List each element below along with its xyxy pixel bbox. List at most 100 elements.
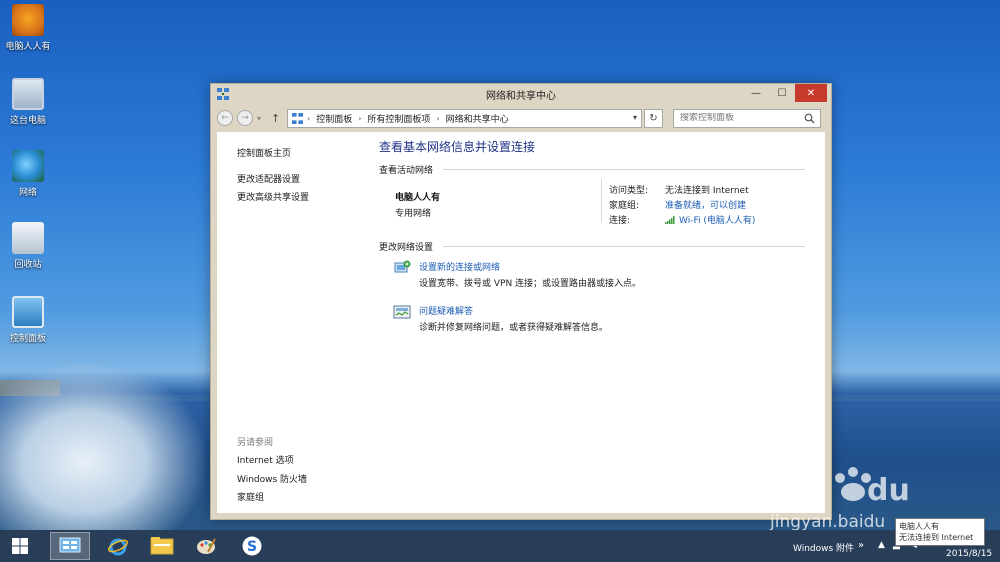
homegroup-label: 家庭组:	[609, 201, 640, 211]
connection-row: 连接: Wi-Fi (电脑人人有)	[609, 212, 755, 227]
arrow-up-icon: ↑	[271, 111, 281, 125]
network-info-divider	[601, 179, 602, 223]
taskbar-file-explorer[interactable]	[142, 532, 182, 560]
chevron-down-icon: ▾	[257, 113, 262, 123]
section-divider	[443, 169, 805, 170]
sidebar-link-advanced-sharing[interactable]: 更改高级共享设置	[237, 190, 309, 203]
active-networks-label: 查看活动网络	[379, 166, 434, 176]
window-title: 网络和共享中心	[486, 91, 556, 102]
search-icon[interactable]	[804, 113, 815, 124]
search-box	[673, 108, 821, 128]
tray-overflow-icon[interactable]: ▲	[878, 540, 885, 550]
breadcrumb-network-center[interactable]: 网络和共享中心	[446, 112, 509, 125]
section-divider	[443, 246, 805, 247]
network-name: 电脑人人有	[395, 193, 441, 203]
up-button[interactable]: ↑	[271, 112, 283, 125]
toolbar-chevron-icon[interactable]: »	[858, 540, 864, 551]
sidebar-link-firewall[interactable]: Windows 防火墙	[237, 472, 307, 485]
wave-splash-decoration	[0, 360, 210, 530]
sidebar: 控制面板主页 更改适配器设置 更改高级共享设置 另请参阅 Internet 选项…	[217, 132, 367, 513]
desktop-icon-recycle-bin[interactable]: 回收站	[2, 222, 54, 270]
access-type-row: 访问类型: 无法连接到 Internet	[609, 182, 755, 197]
back-button[interactable]: ←	[217, 110, 233, 126]
taskbar-sogou[interactable]: S	[232, 532, 272, 560]
minimize-button[interactable]: —	[743, 84, 769, 102]
network-sharing-center-window: 网络和共享中心 — ☐ ✕ ← → ▾ ↑ › 控制面板 › 所有控制面板项 ›…	[210, 83, 832, 520]
refresh-button[interactable]: ↻	[644, 108, 663, 128]
folder-icon	[150, 537, 174, 555]
desktop-icon-this-pc[interactable]: 这台电脑	[2, 78, 54, 126]
network-globe-icon	[12, 150, 44, 182]
desktop-icon-label: 电脑人人有	[5, 42, 51, 52]
svg-text:Bai: Bai	[755, 469, 816, 509]
network-info: 访问类型: 无法连接到 Internet 家庭组: 准备就绪，可以创建 连接: …	[609, 182, 755, 227]
desktop-icon-label: 网络	[18, 188, 37, 198]
arrow-right-icon: →	[241, 113, 249, 123]
network-tooltip: 电脑人人有 无法连接到 Internet	[895, 518, 985, 546]
taskbar-control-panel[interactable]	[50, 532, 90, 560]
access-type-value: 无法连接到 Internet	[665, 186, 749, 196]
chevron-right-icon: ›	[307, 113, 311, 123]
title-bar[interactable]: 网络和共享中心 — ☐ ✕	[211, 84, 831, 105]
taskbar: S Windows 附件 » ▲ ▂ ◀ 2015/8/15	[0, 530, 1000, 562]
computer-icon	[12, 78, 44, 110]
network-app-icon	[217, 88, 229, 100]
toolbar-windows-accessories[interactable]: Windows 附件	[793, 541, 854, 554]
chevron-right-icon: ›	[436, 113, 440, 123]
setup-new-connection-link[interactable]: 设置新的连接或网络	[419, 260, 500, 273]
arrow-left-icon: ←	[221, 113, 229, 123]
taskbar-date[interactable]: 2015/8/15	[946, 549, 992, 559]
sidebar-link-internet-options[interactable]: Internet 选项	[237, 453, 294, 466]
search-input[interactable]	[680, 113, 800, 123]
control-panel-icon	[59, 537, 81, 553]
tooltip-line-2: 无法连接到 Internet	[899, 533, 974, 542]
paint-palette-icon	[197, 538, 216, 554]
sidebar-link-adapter-settings[interactable]: 更改适配器设置	[237, 172, 300, 185]
sogou-s-icon: S	[242, 536, 262, 556]
desktop-icon-control-panel[interactable]: 控制面板	[2, 296, 54, 344]
task-description: 设置宽带、拨号或 VPN 连接；或设置路由器或接入点。	[419, 279, 642, 289]
svg-text:du: du	[867, 473, 910, 508]
maximize-button[interactable]: ☐	[769, 84, 795, 102]
main-panel: 查看基本网络信息并设置连接 查看活动网络 电脑人人有 专用网络 访问类型: 无法…	[379, 132, 805, 513]
tooltip-line-1: 电脑人人有	[899, 522, 939, 531]
taskbar-paint[interactable]	[186, 532, 226, 560]
sidebar-link-home[interactable]: 控制面板主页	[237, 146, 291, 159]
homegroup-row: 家庭组: 准备就绪，可以创建	[609, 197, 755, 212]
desktop-icon-label: 回收站	[14, 260, 42, 270]
window-controls: — ☐ ✕	[743, 84, 827, 102]
network-app-icon	[292, 112, 303, 124]
troubleshoot-icon	[393, 305, 411, 319]
internet-explorer-icon	[108, 538, 128, 556]
lion-logo-icon	[12, 4, 44, 36]
control-panel-icon	[12, 296, 44, 328]
watermark-url: jingyan.baidu	[770, 512, 886, 532]
close-button[interactable]: ✕	[795, 84, 827, 102]
windows-logo-icon	[12, 538, 28, 554]
sidebar-link-homegroup[interactable]: 家庭组	[237, 490, 264, 503]
connection-label: 连接:	[609, 216, 631, 226]
troubleshoot-link[interactable]: 问题疑难解答	[419, 304, 473, 317]
forward-button[interactable]: →	[237, 110, 253, 126]
desktop-icon-network[interactable]: 网络	[2, 150, 54, 198]
network-category[interactable]: 专用网络	[395, 206, 431, 219]
taskbar-internet-explorer[interactable]	[98, 532, 138, 560]
breadcrumb-control-panel[interactable]: 控制面板	[316, 112, 352, 125]
wifi-connection-link[interactable]: Wi-Fi (电脑人人有)	[679, 213, 755, 226]
homegroup-link[interactable]: 准备就绪，可以创建	[665, 198, 746, 211]
start-button[interactable]	[0, 532, 40, 560]
new-connection-icon	[394, 260, 411, 273]
wifi-signal-icon	[665, 215, 675, 224]
page-title: 查看基本网络信息并设置连接	[379, 140, 536, 154]
svg-text:S: S	[247, 539, 257, 555]
address-bar: ← → ▾ ↑ › 控制面板 › 所有控制面板项 › 网络和共享中心 ▾ ↻	[217, 107, 825, 129]
access-type-label: 访问类型:	[609, 186, 649, 196]
content-area: 控制面板主页 更改适配器设置 更改高级共享设置 另请参阅 Internet 选项…	[217, 132, 825, 513]
desktop-icon-label: 控制面板	[9, 334, 46, 344]
breadcrumb-all-items[interactable]: 所有控制面板项	[367, 112, 430, 125]
change-settings-label: 更改网络设置	[379, 243, 434, 253]
address-box[interactable]: › 控制面板 › 所有控制面板项 › 网络和共享中心 ▾	[287, 108, 642, 128]
recent-locations-dropdown[interactable]: ▾	[257, 114, 267, 123]
desktop-icon-brand[interactable]: 电脑人人有	[2, 4, 54, 52]
chevron-down-icon[interactable]: ▾	[633, 113, 637, 122]
